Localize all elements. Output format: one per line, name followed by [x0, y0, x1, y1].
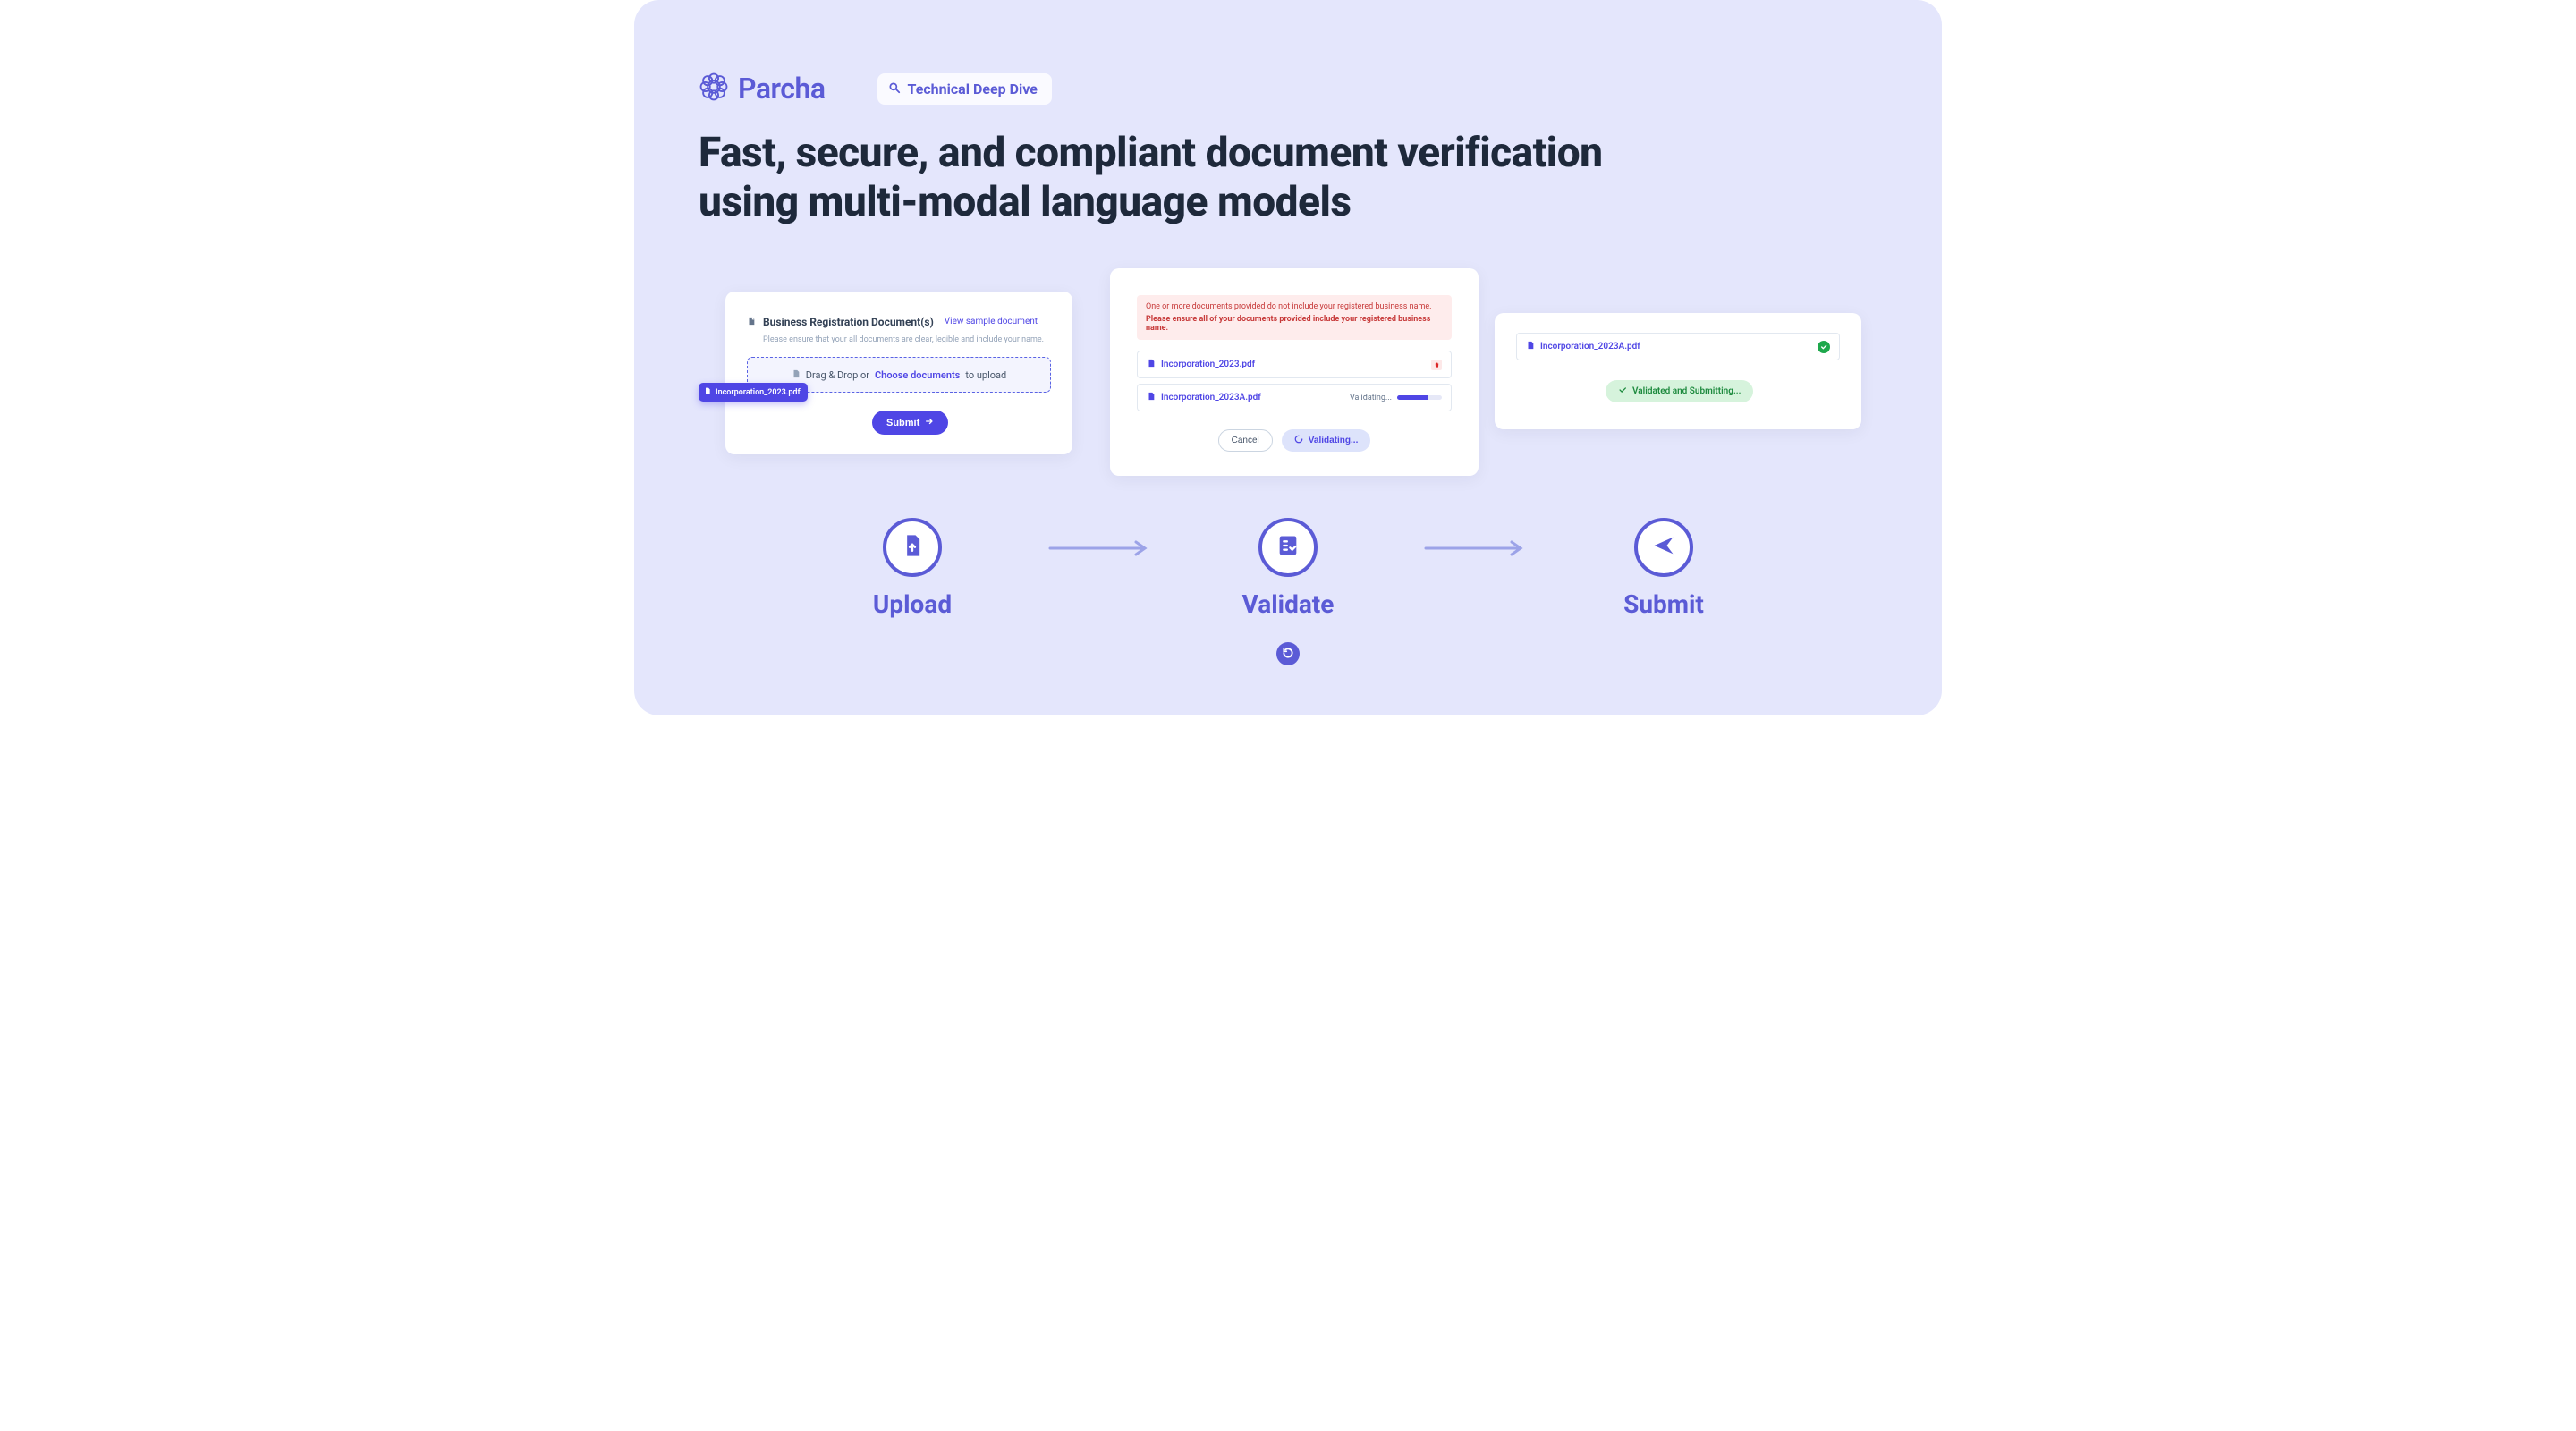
hero-panel: Parcha Technical Deep Dive Fast, secure,… [634, 0, 1942, 716]
brand: Parcha [699, 72, 826, 106]
submit-card: Incorporation_2023A.pdf Validated and Su… [1495, 313, 1861, 429]
step-validate: Validate [1163, 518, 1413, 665]
step-submit-circle [1634, 518, 1693, 577]
arrow-right-icon [925, 417, 934, 428]
refresh-badge [1276, 642, 1300, 665]
file-icon [1526, 340, 1535, 353]
brand-name: Parcha [738, 72, 826, 106]
step-upload-label: Upload [873, 589, 952, 619]
header: Parcha Technical Deep Dive [699, 72, 1877, 106]
upload-title: Business Registration Document(s) [763, 316, 934, 328]
submit-button-label: Submit [886, 418, 919, 428]
refresh-icon [1282, 646, 1294, 663]
file-row-error: Incorporation_2023.pdf [1137, 351, 1452, 378]
file-icon [1147, 358, 1156, 371]
parcha-logo-icon [699, 72, 729, 106]
send-icon [1651, 533, 1676, 562]
page-title: Fast, secure, and compliant document ver… [699, 129, 1682, 227]
file-upload-icon [900, 533, 925, 562]
screenshots-row: Business Registration Document(s) View s… [699, 268, 1877, 492]
file-name-success: Incorporation_2023A.pdf [1540, 342, 1640, 351]
check-icon [1618, 385, 1627, 397]
choose-documents-link[interactable]: Choose documents [875, 369, 960, 381]
steps-row: Upload Validate [634, 518, 1942, 665]
dropzone-text-prefix: Drag & Drop or [806, 369, 869, 381]
file-icon [792, 368, 801, 382]
error-message-1: One or more documents provided do not in… [1146, 302, 1443, 311]
file-name-error: Incorporation_2023.pdf [1161, 360, 1255, 369]
step-upload-circle [883, 518, 942, 577]
category-badge-label: Technical Deep Dive [908, 80, 1038, 97]
cancel-button[interactable]: Cancel [1218, 429, 1273, 452]
dropzone-text-suffix: to upload [965, 369, 1006, 381]
file-icon [704, 386, 711, 398]
search-icon [888, 80, 901, 97]
arrow-icon [1038, 518, 1163, 557]
progress-bar [1397, 395, 1442, 400]
dragged-file-chip[interactable]: Incorporation_2023.pdf [699, 383, 808, 402]
checklist-icon [1275, 533, 1301, 562]
step-validate-circle [1258, 518, 1318, 577]
file-row-progress: Incorporation_2023A.pdf Validating... [1137, 384, 1452, 411]
file-row-success: Incorporation_2023A.pdf [1516, 333, 1840, 360]
error-message-2: Please ensure all of your documents prov… [1146, 315, 1443, 333]
validating-button-label: Validating... [1309, 436, 1359, 445]
error-alert: One or more documents provided do not in… [1137, 295, 1452, 340]
validating-button[interactable]: Validating... [1282, 429, 1371, 452]
dragged-file-name: Incorporation_2023.pdf [716, 388, 801, 397]
upload-subtitle: Please ensure that your all documents ar… [763, 335, 1051, 344]
step-submit: Submit [1538, 518, 1789, 619]
validate-card: One or more documents provided do not in… [1110, 268, 1479, 476]
step-submit-label: Submit [1623, 589, 1704, 619]
arrow-icon [1413, 518, 1538, 557]
validating-inline-label: Validating... [1350, 394, 1392, 402]
spinner-icon [1294, 435, 1303, 446]
file-icon [1147, 391, 1156, 404]
status-chip: Validated and Submitting... [1606, 380, 1753, 402]
view-sample-link[interactable]: View sample document [945, 317, 1038, 326]
category-badge: Technical Deep Dive [877, 73, 1052, 105]
step-upload: Upload [787, 518, 1038, 619]
document-icon [747, 313, 756, 330]
submit-button[interactable]: Submit [872, 411, 948, 435]
status-chip-label: Validated and Submitting... [1632, 386, 1741, 396]
check-circle-icon [1818, 341, 1830, 353]
delete-file-button[interactable] [1431, 360, 1442, 370]
upload-card: Business Registration Document(s) View s… [725, 292, 1072, 454]
file-name-progress: Incorporation_2023A.pdf [1161, 393, 1261, 402]
step-validate-label: Validate [1242, 589, 1335, 619]
